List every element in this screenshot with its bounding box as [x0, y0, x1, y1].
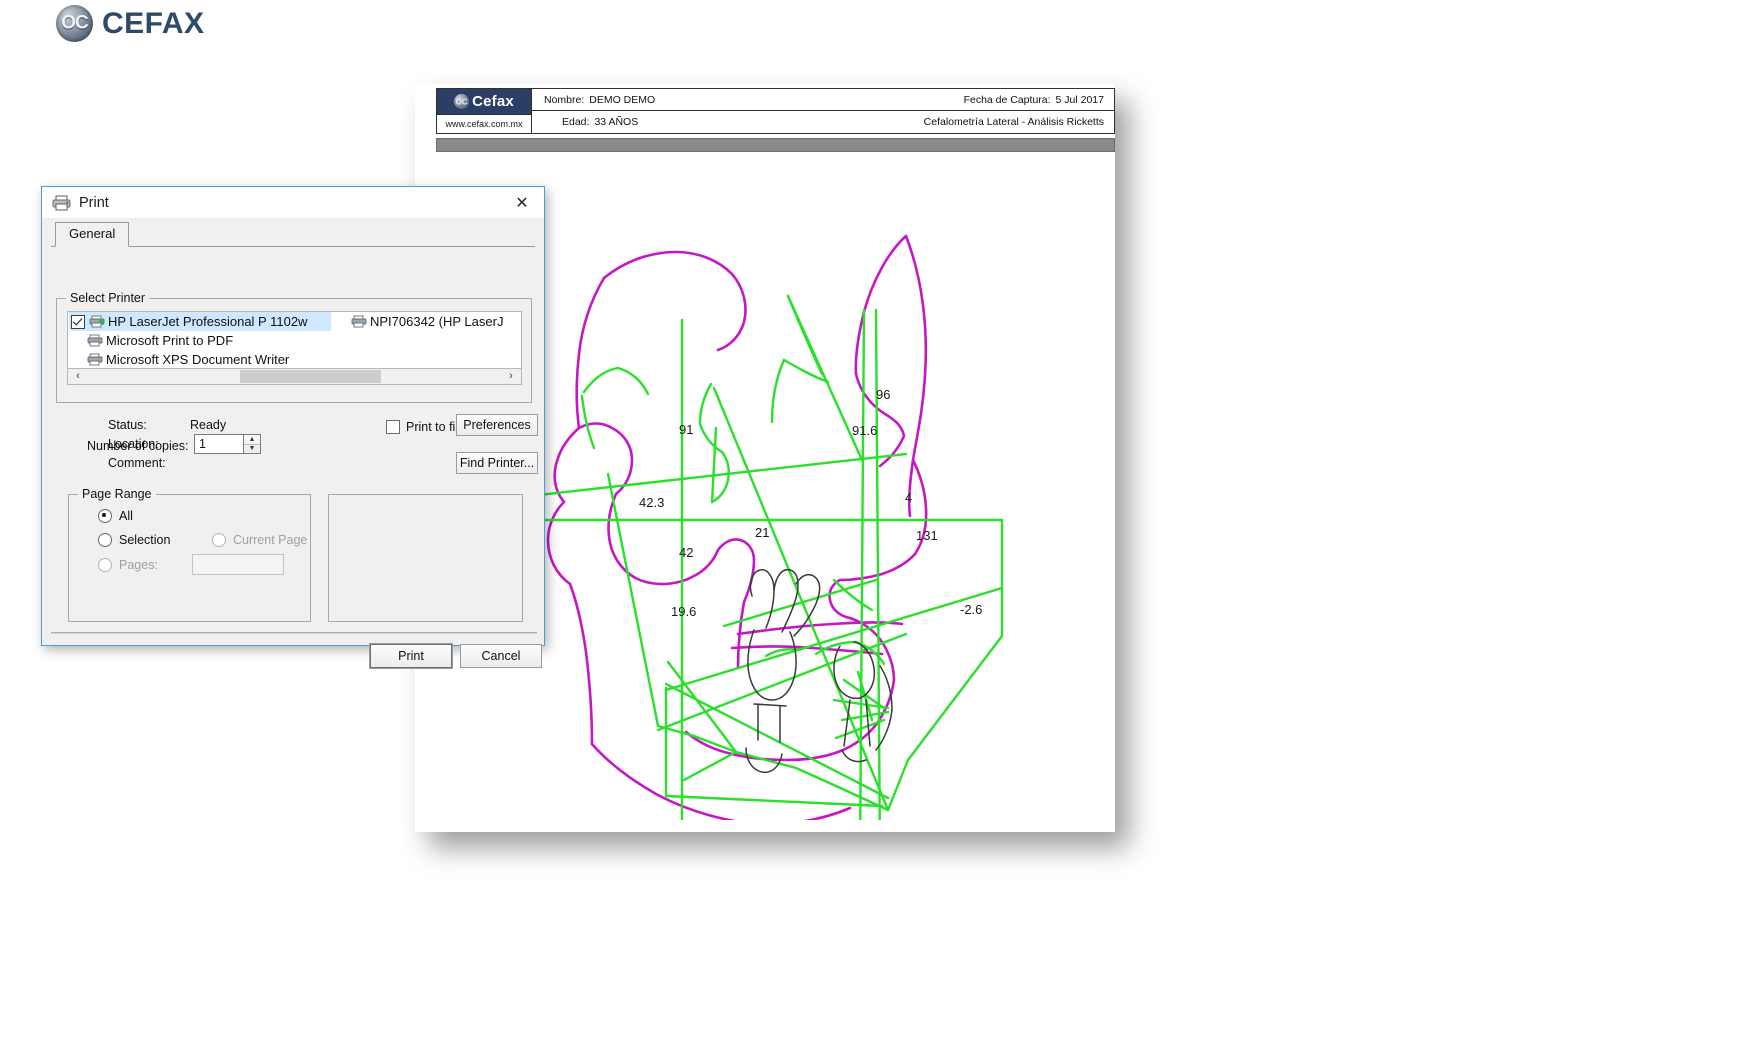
- copies-label: Number of copies:: [87, 439, 189, 453]
- copies-group: [328, 494, 523, 622]
- edad-value: 33 AÑOS: [594, 116, 639, 128]
- radio-current-page-label: Current Page: [233, 533, 308, 547]
- copies-input[interactable]: 1: [194, 434, 244, 454]
- printer-name: Microsoft XPS Document Writer: [106, 352, 290, 367]
- page-range-legend: Page Range: [78, 487, 156, 501]
- printer-list-item[interactable]: Microsoft Print to PDF: [68, 331, 521, 350]
- radio-current-page: Current Page: [212, 533, 307, 547]
- measurement-label: 4: [905, 490, 913, 505]
- comment-label: Comment:: [108, 456, 166, 470]
- preferences-button[interactable]: Preferences: [456, 414, 538, 436]
- radio-all-dot[interactable]: [98, 509, 112, 523]
- measurement-label: 91.6: [852, 423, 878, 438]
- fecha-value: 5 Jul 2017: [1055, 93, 1104, 106]
- analysis-title: Cefalometría Lateral - Análisis Ricketts: [923, 116, 1104, 128]
- print-to-file-box[interactable]: [386, 420, 400, 434]
- dialog-titlebar: Print ✕: [42, 187, 544, 218]
- measurement-label: 96: [876, 387, 891, 402]
- printer-checkbox-placeholder: [71, 335, 83, 347]
- scroll-right-icon[interactable]: ›: [503, 369, 519, 383]
- printer-checkbox-placeholder: [71, 354, 83, 366]
- tabstrip: General: [51, 222, 535, 247]
- pages-input: [192, 554, 284, 575]
- report-header-row-1: Nombre: DEMO DEMO Fecha de Captura: 5 Ju…: [532, 89, 1114, 111]
- printer-name: NPI706342 (HP LaserJ: [370, 314, 504, 329]
- report-header-fields: Nombre: DEMO DEMO Fecha de Captura: 5 Ju…: [532, 89, 1114, 133]
- printer-icon: [87, 353, 103, 366]
- measurement-label: 42.3: [639, 495, 665, 510]
- radio-pages-dot: [98, 558, 112, 572]
- print-dialog: Print ✕ General Select Printer HP LaserJ…: [41, 186, 545, 668]
- select-printer-legend: Select Printer: [66, 291, 150, 305]
- report-header-row-2: Edad: 33 AÑOS Cefalometría Lateral - Aná…: [532, 111, 1114, 133]
- report-logo-wordmark: Cefax: [472, 93, 514, 111]
- measurement-label: 19.6: [671, 604, 697, 619]
- cancel-button[interactable]: Cancel: [460, 644, 542, 668]
- measurement-label: -2.6: [960, 602, 983, 617]
- printer-list[interactable]: HP LaserJet Professional P 1102w Microso…: [67, 311, 522, 369]
- cefax-wordmark: CEFAX: [102, 6, 205, 40]
- cefax-mark-glyph-small: OC: [455, 97, 468, 107]
- find-printer-button[interactable]: Find Printer...: [456, 452, 538, 474]
- radio-pages-label: Pages:: [119, 558, 158, 572]
- printer-name: Microsoft Print to PDF: [106, 333, 234, 348]
- print-button[interactable]: Print: [370, 644, 452, 668]
- hscrollbar-thumb[interactable]: [240, 370, 381, 383]
- dialog-title: Print: [79, 194, 109, 211]
- report-logo-cell: OC Cefax www.cefax.com.mx: [437, 89, 532, 133]
- printer-name: HP LaserJet Professional P 1102w: [108, 314, 308, 329]
- status-label: Status:: [108, 418, 147, 432]
- radio-selection-dot[interactable]: [98, 533, 112, 547]
- nombre-value: DEMO DEMO: [589, 93, 656, 106]
- measurement-label: 91: [679, 422, 694, 437]
- print-to-file-checkbox[interactable]: Print to file: [386, 420, 465, 434]
- printer-list-item-second-column[interactable]: NPI706342 (HP LaserJ: [351, 312, 503, 331]
- select-printer-group: Select Printer HP LaserJet Professional …: [56, 291, 532, 403]
- printer-icon: [89, 315, 105, 328]
- printer-icon: [52, 195, 71, 210]
- status-value: Ready: [190, 418, 227, 432]
- report-logo-banner: OC Cefax: [437, 89, 531, 115]
- printer-checkbox[interactable]: [71, 314, 85, 329]
- measurement-label: 42: [679, 545, 694, 560]
- dialog-separator: [51, 632, 537, 634]
- report-header: OC Cefax www.cefax.com.mx Nombre: DEMO D…: [436, 88, 1115, 134]
- cefax-mark-glyph: OC: [61, 12, 88, 34]
- tab-general[interactable]: General: [55, 222, 130, 247]
- radio-pages: Pages:: [98, 558, 158, 572]
- measurement-label: 131: [916, 528, 938, 543]
- cefax-disc-icon-small: OC: [454, 94, 470, 110]
- cefax-brand-logo: OC CEFAX: [56, 5, 205, 42]
- dialog-body: General Select Printer HP LaserJet Profe…: [42, 222, 544, 668]
- nombre-label: Nombre:: [544, 93, 585, 106]
- fecha-label: Fecha de Captura:: [963, 93, 1051, 106]
- copies-stepper[interactable]: ▲ ▼: [244, 434, 261, 454]
- copies-stepper-up-icon[interactable]: ▲: [244, 435, 260, 445]
- report-website: www.cefax.com.mx: [437, 114, 531, 133]
- radio-selection[interactable]: Selection: [98, 533, 170, 547]
- radio-selection-label: Selection: [119, 533, 171, 547]
- screen: OC CEFAX OC Cefax www.cefax.com.mx Nombr…: [0, 0, 1752, 1044]
- printer-icon: [351, 315, 367, 328]
- measurement-label: 21: [755, 525, 770, 540]
- cefax-disc-icon: OC: [56, 5, 93, 42]
- radio-current-page-dot: [212, 533, 226, 547]
- edad-label: Edad:: [562, 116, 590, 128]
- copies-stepper-down-icon[interactable]: ▼: [244, 445, 260, 454]
- radio-all[interactable]: All: [98, 509, 133, 523]
- report-grey-bar: [436, 138, 1115, 152]
- scroll-left-icon[interactable]: ‹: [70, 369, 86, 383]
- close-icon[interactable]: ✕: [500, 187, 544, 218]
- radio-all-label: All: [119, 509, 133, 523]
- printer-list-hscrollbar[interactable]: ‹ ›: [67, 369, 522, 385]
- printer-list-item[interactable]: Microsoft XPS Document Writer: [68, 350, 521, 368]
- printer-icon: [87, 334, 103, 347]
